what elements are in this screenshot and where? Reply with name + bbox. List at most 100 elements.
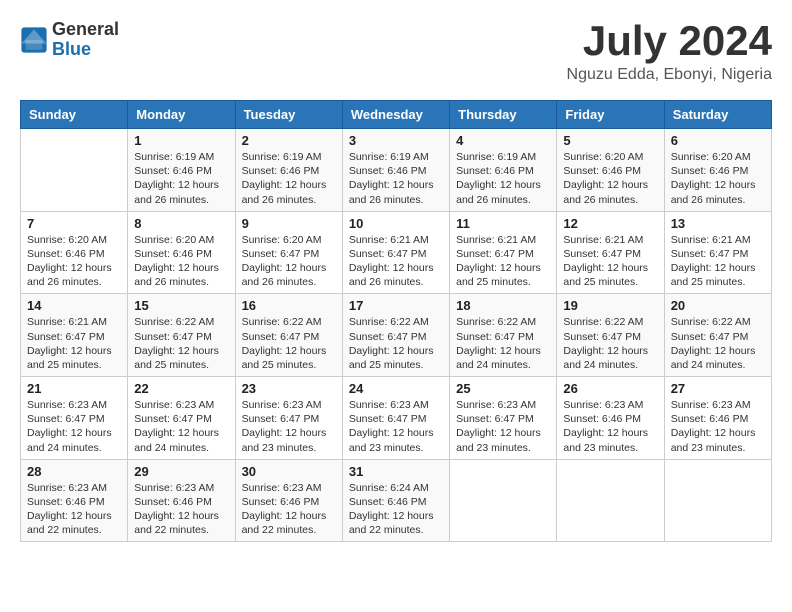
calendar-header-row: SundayMondayTuesdayWednesdayThursdayFrid… (21, 101, 772, 129)
calendar-cell: 28 Sunrise: 6:23 AM Sunset: 6:46 PM Dayli… (21, 459, 128, 542)
day-info: Sunrise: 6:23 AM Sunset: 6:47 PM Dayligh… (27, 398, 121, 455)
calendar-cell: 3Sunrise: 6:19 AM Sunset: 6:46 PM Daylig… (342, 129, 449, 212)
day-info: Sunrise: 6:21 AM Sunset: 6:47 PM Dayligh… (27, 315, 121, 372)
day-number: 31 (349, 464, 443, 479)
day-number: 22 (134, 381, 228, 396)
calendar-week-row: 7 Sunrise: 6:20 AM Sunset: 6:46 PM Daylig… (21, 211, 772, 294)
day-number: 15 (134, 298, 228, 313)
day-header-friday: Friday (557, 101, 664, 129)
day-number: 30 (242, 464, 336, 479)
day-number: 4 (456, 133, 550, 148)
day-info: Sunrise: 6:21 AM Sunset: 6:47 PM Dayligh… (671, 233, 765, 290)
day-number: 11 (456, 216, 550, 231)
calendar-cell: 10Sunrise: 6:21 AM Sunset: 6:47 PM Dayli… (342, 211, 449, 294)
calendar-cell: 9 Sunrise: 6:20 AM Sunset: 6:47 PM Daylig… (235, 211, 342, 294)
day-header-tuesday: Tuesday (235, 101, 342, 129)
day-info: Sunrise: 6:20 AM Sunset: 6:46 PM Dayligh… (671, 150, 765, 207)
day-number: 27 (671, 381, 765, 396)
calendar-cell: 16Sunrise: 6:22 AM Sunset: 6:47 PM Dayli… (235, 294, 342, 377)
logo-blue-text: Blue (52, 40, 119, 60)
day-number: 25 (456, 381, 550, 396)
day-number: 21 (27, 381, 121, 396)
day-number: 2 (242, 133, 336, 148)
day-number: 16 (242, 298, 336, 313)
calendar-cell (664, 459, 771, 542)
day-number: 18 (456, 298, 550, 313)
day-number: 8 (134, 216, 228, 231)
calendar-cell: 29 Sunrise: 6:23 AM Sunset: 6:46 PM Dayli… (128, 459, 235, 542)
day-info: Sunrise: 6:23 AM Sunset: 6:46 PM Dayligh… (671, 398, 765, 455)
day-info: Sunrise: 6:21 AM Sunset: 6:47 PM Dayligh… (349, 233, 443, 290)
logo: General Blue (20, 20, 119, 60)
day-info: Sunrise: 6:23 AM Sunset: 6:47 PM Dayligh… (456, 398, 550, 455)
calendar-cell (557, 459, 664, 542)
day-info: Sunrise: 6:23 AM Sunset: 6:46 PM Dayligh… (563, 398, 657, 455)
day-info: Sunrise: 6:21 AM Sunset: 6:47 PM Dayligh… (456, 233, 550, 290)
calendar-week-row: 21 Sunrise: 6:23 AM Sunset: 6:47 PM Dayli… (21, 377, 772, 460)
calendar-cell: 17 Sunrise: 6:22 AM Sunset: 6:47 PM Dayli… (342, 294, 449, 377)
calendar-cell: 6 Sunrise: 6:20 AM Sunset: 6:46 PM Daylig… (664, 129, 771, 212)
calendar-cell: 18 Sunrise: 6:22 AM Sunset: 6:47 PM Dayli… (450, 294, 557, 377)
day-header-sunday: Sunday (21, 101, 128, 129)
day-header-monday: Monday (128, 101, 235, 129)
day-number: 20 (671, 298, 765, 313)
day-info: Sunrise: 6:20 AM Sunset: 6:47 PM Dayligh… (242, 233, 336, 290)
day-number: 6 (671, 133, 765, 148)
calendar-cell: 15Sunrise: 6:22 AM Sunset: 6:47 PM Dayli… (128, 294, 235, 377)
calendar-cell: 31 Sunrise: 6:24 AM Sunset: 6:46 PM Dayli… (342, 459, 449, 542)
title-area: July 2024 Nguzu Edda, Ebonyi, Nigeria (567, 20, 772, 84)
calendar-cell (21, 129, 128, 212)
day-number: 17 (349, 298, 443, 313)
calendar-cell: 13 Sunrise: 6:21 AM Sunset: 6:47 PM Dayli… (664, 211, 771, 294)
day-number: 29 (134, 464, 228, 479)
day-number: 24 (349, 381, 443, 396)
day-number: 13 (671, 216, 765, 231)
day-info: Sunrise: 6:22 AM Sunset: 6:47 PM Dayligh… (563, 315, 657, 372)
page-header: General Blue July 2024 Nguzu Edda, Ebony… (20, 20, 772, 84)
day-info: Sunrise: 6:23 AM Sunset: 6:46 PM Dayligh… (27, 481, 121, 538)
day-info: Sunrise: 6:19 AM Sunset: 6:46 PM Dayligh… (349, 150, 443, 207)
calendar-cell: 5Sunrise: 6:20 AM Sunset: 6:46 PM Daylig… (557, 129, 664, 212)
day-info: Sunrise: 6:24 AM Sunset: 6:46 PM Dayligh… (349, 481, 443, 538)
calendar-cell: 26 Sunrise: 6:23 AM Sunset: 6:46 PM Dayli… (557, 377, 664, 460)
day-info: Sunrise: 6:23 AM Sunset: 6:46 PM Dayligh… (134, 481, 228, 538)
day-info: Sunrise: 6:19 AM Sunset: 6:46 PM Dayligh… (134, 150, 228, 207)
logo-icon (20, 26, 48, 54)
calendar-cell: 25 Sunrise: 6:23 AM Sunset: 6:47 PM Dayli… (450, 377, 557, 460)
calendar-cell: 7 Sunrise: 6:20 AM Sunset: 6:46 PM Daylig… (21, 211, 128, 294)
day-info: Sunrise: 6:20 AM Sunset: 6:46 PM Dayligh… (27, 233, 121, 290)
calendar-cell: 2 Sunrise: 6:19 AM Sunset: 6:46 PM Daylig… (235, 129, 342, 212)
day-info: Sunrise: 6:23 AM Sunset: 6:47 PM Dayligh… (242, 398, 336, 455)
calendar-week-row: 14 Sunrise: 6:21 AM Sunset: 6:47 PM Dayli… (21, 294, 772, 377)
logo-general-text: General (52, 20, 119, 40)
calendar-week-row: 1 Sunrise: 6:19 AM Sunset: 6:46 PM Daylig… (21, 129, 772, 212)
day-info: Sunrise: 6:23 AM Sunset: 6:47 PM Dayligh… (134, 398, 228, 455)
day-info: Sunrise: 6:22 AM Sunset: 6:47 PM Dayligh… (456, 315, 550, 372)
day-info: Sunrise: 6:21 AM Sunset: 6:47 PM Dayligh… (563, 233, 657, 290)
day-info: Sunrise: 6:22 AM Sunset: 6:47 PM Dayligh… (349, 315, 443, 372)
day-number: 14 (27, 298, 121, 313)
calendar-cell: 8 Sunrise: 6:20 AM Sunset: 6:46 PM Daylig… (128, 211, 235, 294)
calendar-table: SundayMondayTuesdayWednesdayThursdayFrid… (20, 100, 772, 542)
day-header-thursday: Thursday (450, 101, 557, 129)
day-info: Sunrise: 6:19 AM Sunset: 6:46 PM Dayligh… (242, 150, 336, 207)
day-number: 9 (242, 216, 336, 231)
calendar-cell: 4 Sunrise: 6:19 AM Sunset: 6:46 PM Daylig… (450, 129, 557, 212)
day-info: Sunrise: 6:22 AM Sunset: 6:47 PM Dayligh… (671, 315, 765, 372)
day-number: 28 (27, 464, 121, 479)
calendar-week-row: 28 Sunrise: 6:23 AM Sunset: 6:46 PM Dayli… (21, 459, 772, 542)
day-info: Sunrise: 6:19 AM Sunset: 6:46 PM Dayligh… (456, 150, 550, 207)
calendar-cell: 30Sunrise: 6:23 AM Sunset: 6:46 PM Dayli… (235, 459, 342, 542)
day-info: Sunrise: 6:20 AM Sunset: 6:46 PM Dayligh… (134, 233, 228, 290)
day-number: 19 (563, 298, 657, 313)
day-number: 23 (242, 381, 336, 396)
day-number: 7 (27, 216, 121, 231)
location: Nguzu Edda, Ebonyi, Nigeria (567, 66, 772, 84)
calendar-cell: 11 Sunrise: 6:21 AM Sunset: 6:47 PM Dayli… (450, 211, 557, 294)
calendar-cell: 22 Sunrise: 6:23 AM Sunset: 6:47 PM Dayli… (128, 377, 235, 460)
calendar-cell: 27 Sunrise: 6:23 AM Sunset: 6:46 PM Dayli… (664, 377, 771, 460)
day-number: 26 (563, 381, 657, 396)
day-number: 1 (134, 133, 228, 148)
calendar-cell (450, 459, 557, 542)
calendar-cell: 21 Sunrise: 6:23 AM Sunset: 6:47 PM Dayli… (21, 377, 128, 460)
